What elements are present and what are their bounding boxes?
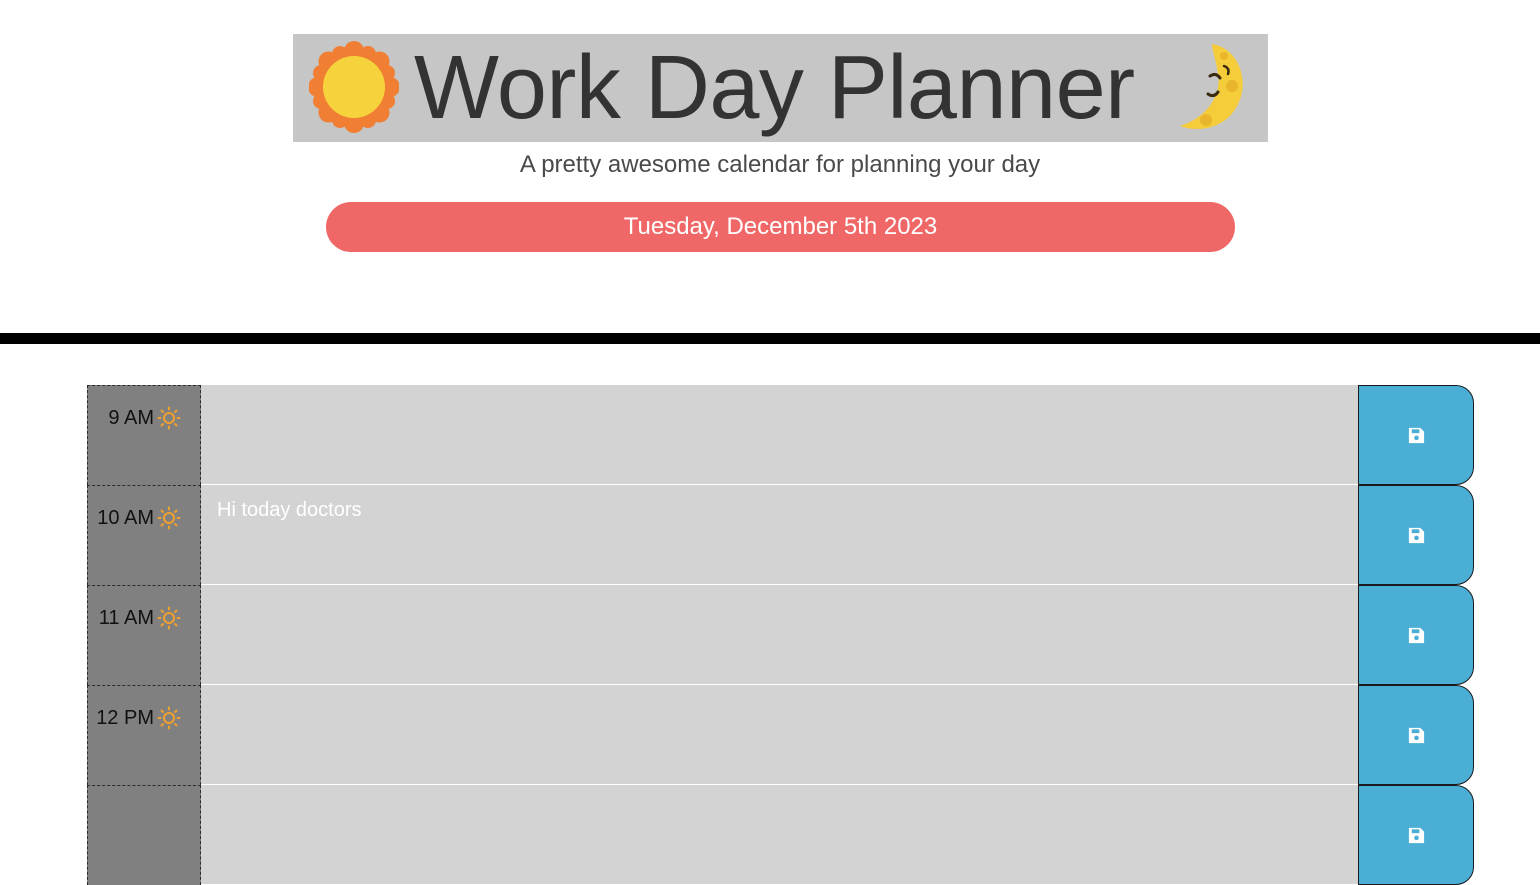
header: Work Day Planner A pretty awesome calend… — [0, 0, 1540, 333]
sun-small-icon — [157, 506, 181, 530]
sun-small-icon — [157, 406, 181, 430]
event-textarea[interactable] — [201, 685, 1359, 785]
page-title: Work Day Planner — [414, 38, 1135, 138]
current-date: Tuesday, December 5th 2023 — [326, 202, 1235, 252]
hour-cell: 12 PM — [87, 685, 201, 785]
time-block-row: 9 AM — [87, 385, 1474, 485]
hour-cell: 11 AM — [87, 585, 201, 685]
hour-label: 12 PM — [96, 707, 154, 729]
hour-label: 9 AM — [108, 407, 154, 429]
time-block-row: 11 AM — [87, 585, 1474, 685]
sun-small-icon — [157, 606, 181, 630]
hour-cell — [87, 785, 201, 885]
time-block-row: 10 AM Hi today doctors — [87, 485, 1474, 585]
save-icon — [1408, 727, 1425, 744]
hour-label: 10 AM — [97, 507, 154, 529]
save-button[interactable] — [1358, 685, 1474, 785]
event-textarea[interactable] — [201, 785, 1359, 885]
hour-cell: 9 AM — [87, 385, 201, 485]
sun-small-icon — [157, 706, 181, 730]
event-textarea[interactable]: Hi today doctors — [201, 485, 1359, 585]
save-icon — [1408, 427, 1425, 444]
event-textarea[interactable] — [201, 385, 1359, 485]
save-icon — [1408, 527, 1425, 544]
header-divider — [0, 333, 1540, 344]
save-button[interactable] — [1358, 485, 1474, 585]
moon-icon — [1180, 44, 1243, 130]
time-block-list: 9 AM 10 AM Hi today doctors 11 AM 12 PM — [87, 385, 1474, 885]
sun-icon — [309, 41, 399, 133]
hour-label: 11 AM — [98, 607, 154, 629]
save-icon — [1408, 627, 1425, 644]
save-button[interactable] — [1358, 785, 1474, 885]
save-icon — [1408, 827, 1425, 844]
page-subtitle: A pretty awesome calendar for planning y… — [519, 151, 1041, 178]
event-textarea[interactable] — [201, 585, 1359, 685]
save-button[interactable] — [1358, 385, 1474, 485]
time-block-row: 12 PM — [87, 685, 1474, 785]
save-button[interactable] — [1358, 585, 1474, 685]
hour-cell: 10 AM — [87, 485, 201, 585]
time-block-row — [87, 785, 1474, 885]
